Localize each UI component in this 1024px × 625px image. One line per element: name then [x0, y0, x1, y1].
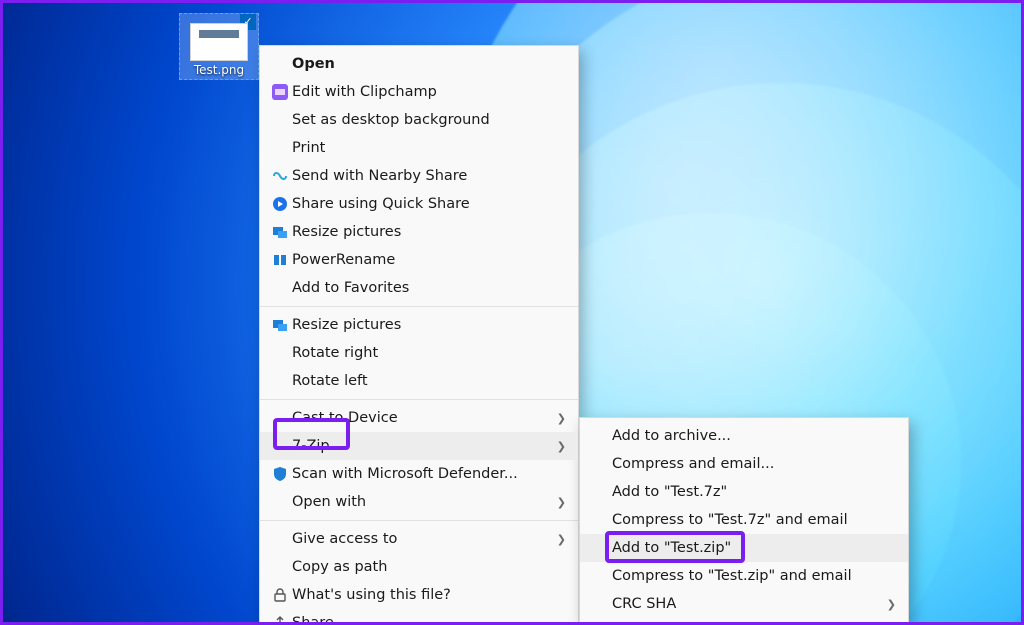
menu-rotate-left[interactable]: Rotate left — [260, 367, 578, 395]
submenu-add-zip[interactable]: Add to "Test.zip" — [580, 534, 908, 562]
menu-powerrename[interactable]: PowerRename — [260, 246, 578, 274]
submenu-add-archive[interactable]: Add to archive... — [580, 422, 908, 450]
resize-icon — [268, 224, 292, 240]
menu-cast-to-device[interactable]: Cast to Device ❯ — [260, 404, 578, 432]
chevron-right-icon: ❯ — [887, 598, 896, 611]
chevron-right-icon: ❯ — [557, 440, 566, 453]
submenu-crc-sha[interactable]: CRC SHA ❯ — [580, 590, 908, 618]
share-icon — [268, 615, 292, 625]
file-thumbnail — [190, 23, 248, 61]
chevron-right-icon: ❯ — [557, 496, 566, 509]
menu-7zip[interactable]: 7-Zip ❯ — [260, 432, 578, 460]
file-label: Test.png — [192, 63, 246, 77]
menu-rotate-right[interactable]: Rotate right — [260, 339, 578, 367]
desktop-background[interactable]: ✓ Test.png Open Edit with Clipchamp Set … — [0, 0, 1024, 625]
submenu-compress-7z-email[interactable]: Compress to "Test.7z" and email — [580, 506, 908, 534]
chevron-right-icon: ❯ — [557, 412, 566, 425]
resize-icon — [268, 317, 292, 333]
menu-print[interactable]: Print — [260, 134, 578, 162]
submenu-compress-email[interactable]: Compress and email... — [580, 450, 908, 478]
menu-whats-using[interactable]: What's using this file? — [260, 581, 578, 609]
menu-separator — [260, 520, 578, 521]
menu-resize-pictures[interactable]: Resize pictures — [260, 218, 578, 246]
menu-clipchamp[interactable]: Edit with Clipchamp — [260, 78, 578, 106]
menu-open-with[interactable]: Open with ❯ — [260, 488, 578, 516]
desktop-file-icon[interactable]: ✓ Test.png — [179, 13, 259, 80]
menu-separator — [260, 399, 578, 400]
menu-add-favorites[interactable]: Add to Favorites — [260, 274, 578, 302]
menu-nearby-share[interactable]: Send with Nearby Share — [260, 162, 578, 190]
submenu-7zip: Add to archive... Compress and email... … — [579, 417, 909, 623]
menu-open[interactable]: Open — [260, 50, 578, 78]
quick-share-icon — [268, 196, 292, 212]
lock-icon — [268, 587, 292, 603]
submenu-compress-zip-email[interactable]: Compress to "Test.zip" and email — [580, 562, 908, 590]
menu-copy-as-path[interactable]: Copy as path — [260, 553, 578, 581]
submenu-add-7z[interactable]: Add to "Test.7z" — [580, 478, 908, 506]
menu-give-access[interactable]: Give access to ❯ — [260, 525, 578, 553]
nearby-share-icon — [268, 168, 292, 184]
powerrename-icon — [268, 252, 292, 268]
defender-shield-icon — [268, 466, 292, 482]
menu-share[interactable]: Share — [260, 609, 578, 625]
context-menu: Open Edit with Clipchamp Set as desktop … — [259, 45, 579, 625]
menu-set-background[interactable]: Set as desktop background — [260, 106, 578, 134]
menu-defender-scan[interactable]: Scan with Microsoft Defender... — [260, 460, 578, 488]
chevron-right-icon: ❯ — [557, 533, 566, 546]
menu-quick-share[interactable]: Share using Quick Share — [260, 190, 578, 218]
clipchamp-icon — [268, 84, 292, 100]
menu-resize-pictures-2[interactable]: Resize pictures — [260, 311, 578, 339]
menu-separator — [260, 306, 578, 307]
